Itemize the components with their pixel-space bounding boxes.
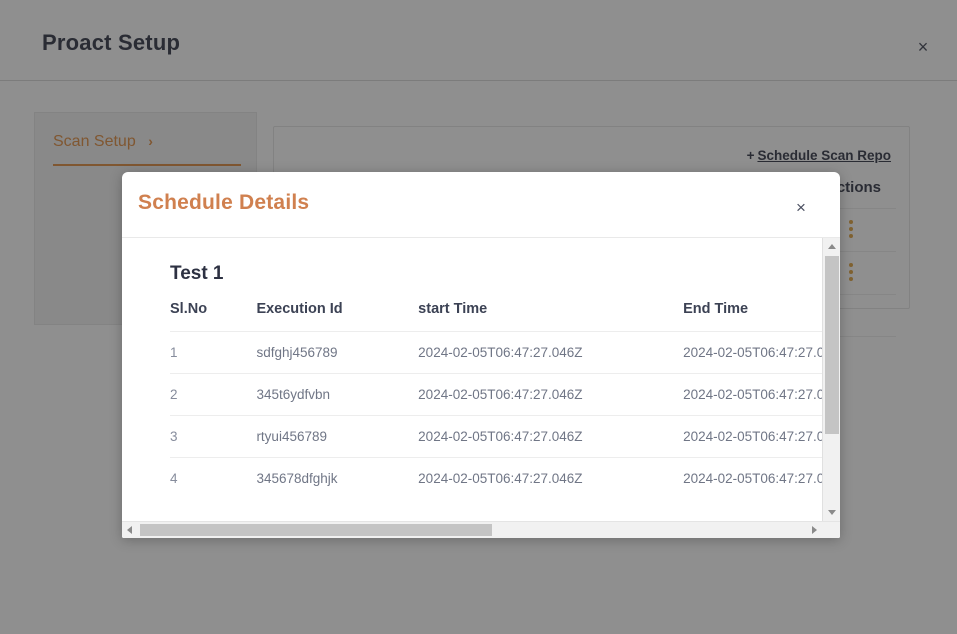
modal-title: Schedule Details xyxy=(138,191,310,214)
cell-sl-no: 4 xyxy=(170,457,257,499)
executions-table: Sl.No Execution Id start Time End Time S… xyxy=(170,301,822,499)
cell-end-time: 2024-02-05T06:47:27.046Z xyxy=(683,373,822,416)
scrollbar-corner xyxy=(822,522,840,538)
column-header-sl-no: Sl.No xyxy=(170,301,208,317)
cell-sl-no: 1 xyxy=(170,331,257,374)
column-header-execution-id: Execution Id xyxy=(256,301,343,317)
cell-start-time: 2024-02-05T06:47:27.046Z xyxy=(418,331,684,374)
cell-execution-id: rtyui456789 xyxy=(256,415,419,458)
scroll-right-arrow-icon[interactable] xyxy=(805,522,822,538)
table-row[interactable]: 1 sdfghj456789 2024-02-05T06:47:27.046Z … xyxy=(170,331,822,374)
horizontal-scrollbar[interactable] xyxy=(122,521,840,538)
scroll-left-arrow-icon[interactable] xyxy=(122,522,139,538)
cell-start-time: 2024-02-05T06:47:27.046Z xyxy=(418,373,684,416)
table-row[interactable]: 3 rtyui456789 2024-02-05T06:47:27.046Z 2… xyxy=(170,415,822,458)
table-header-row: Sl.No Execution Id start Time End Time S… xyxy=(170,301,822,332)
vertical-scrollbar[interactable] xyxy=(822,238,840,521)
cell-sl-no: 3 xyxy=(170,415,257,458)
vertical-scrollbar-thumb[interactable] xyxy=(825,256,839,434)
column-header-start-time: start Time xyxy=(418,301,488,317)
close-icon[interactable]: × xyxy=(791,198,811,218)
schedule-name: Test 1 xyxy=(170,263,224,284)
cell-start-time: 2024-02-05T06:47:27.046Z xyxy=(418,415,684,458)
cell-execution-id: 345678dfghjk xyxy=(256,457,419,499)
table-row[interactable]: 4 345678dfghjk 2024-02-05T06:47:27.046Z … xyxy=(170,457,822,499)
table-row[interactable]: 2 345t6ydfvbn 2024-02-05T06:47:27.046Z 2… xyxy=(170,373,822,416)
cell-execution-id: 345t6ydfvbn xyxy=(256,373,419,416)
cell-end-time: 2024-02-05T06:47:27.046Z xyxy=(683,457,822,499)
cell-start-time: 2024-02-05T06:47:27.046Z xyxy=(418,457,684,499)
modal-body: Test 1 Sl.No Execution Id start Time End… xyxy=(122,238,840,538)
table-scroll-content: Test 1 Sl.No Execution Id start Time End… xyxy=(122,238,822,499)
cell-end-time: 2024-02-05T06:47:27.046Z xyxy=(683,415,822,458)
scroll-down-arrow-icon[interactable] xyxy=(823,504,840,521)
cell-end-time: 2024-02-05T06:47:27.046Z xyxy=(683,331,822,374)
modal-header: Schedule Details × xyxy=(122,172,840,238)
horizontal-scrollbar-thumb[interactable] xyxy=(140,524,492,536)
cell-execution-id: sdfghj456789 xyxy=(256,331,419,374)
schedule-details-modal: Schedule Details × Test 1 Sl.No Executio… xyxy=(122,172,840,538)
column-header-end-time: End Time xyxy=(683,301,749,317)
table-scroll-viewport: Test 1 Sl.No Execution Id start Time End… xyxy=(122,238,822,521)
scroll-up-arrow-icon[interactable] xyxy=(823,238,840,255)
cell-sl-no: 2 xyxy=(170,373,257,416)
